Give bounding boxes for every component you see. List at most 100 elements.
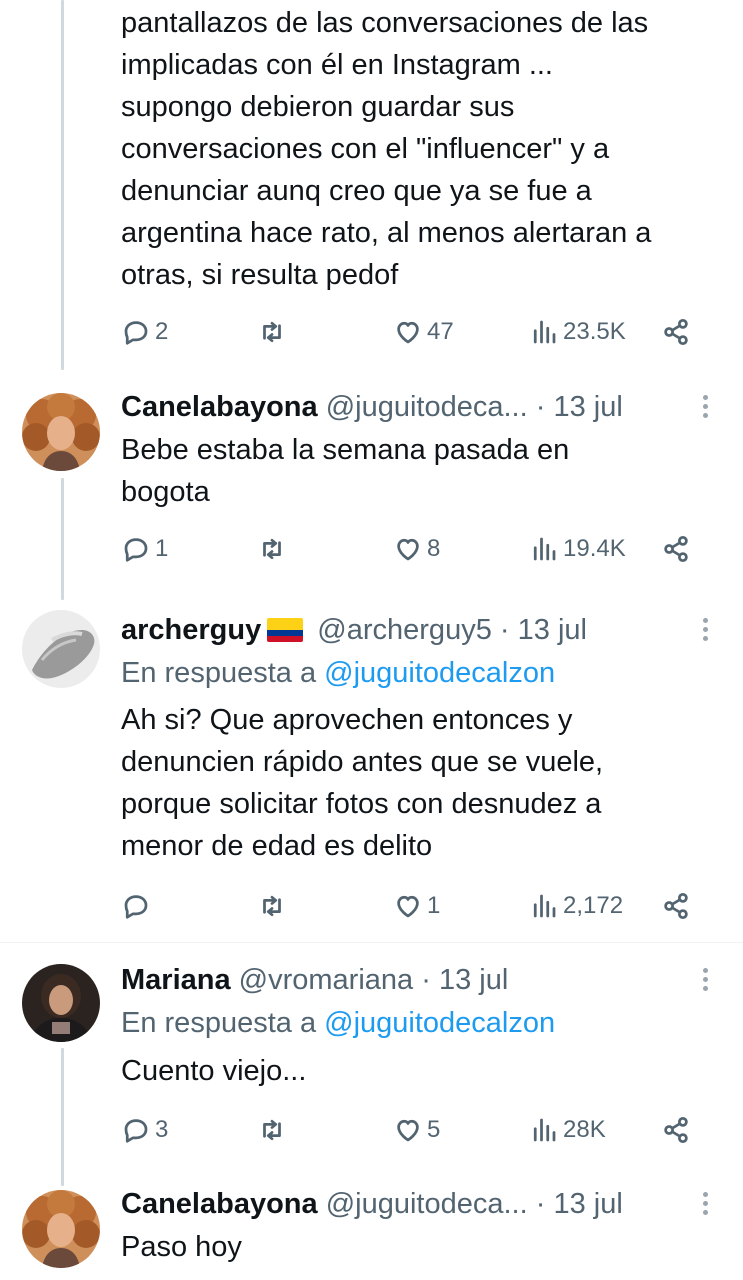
retweet-icon [263,895,281,917]
retweet-icon [263,321,281,343]
share-icon [664,893,688,919]
reply-mention-link[interactable]: @juguitodecalzon [324,657,555,689]
heart-icon [397,895,419,918]
avatar[interactable] [22,1190,100,1268]
share-icon [664,319,688,345]
separator-dot: · [535,391,546,423]
tweet-1[interactable]: Canelabayona @juguitodeca... · 13 jul Be… [0,385,743,585]
timestamp[interactable]: 13 jul [518,614,587,646]
reply-button[interactable] [121,888,155,924]
reply-button[interactable]: 1 [121,531,168,567]
reply-prefix: En respuesta a [121,657,317,689]
display-name[interactable]: Canelabayona [121,1188,318,1220]
views-count: 19.4K [563,535,626,562]
reply-count: 1 [155,535,169,562]
avatar[interactable] [22,393,100,471]
tweet-header: Canelabayona @juguitodeca... · 13 jul [121,1184,683,1224]
views-icon [533,537,556,561]
share-icon [664,1117,688,1143]
tweet-text: Cuento viejo... [121,1055,307,1087]
retweet-button[interactable] [257,314,291,350]
display-name[interactable]: Mariana [121,964,231,996]
tweet-3[interactable]: Mariana @vromariana · 13 jul En respuest… [0,960,743,1170]
reply-count: 3 [155,1116,169,1143]
share-button[interactable] [661,314,691,350]
more-icon[interactable] [701,395,709,423]
reply-count: 2 [155,318,169,345]
reply-icon [124,321,148,345]
tweet-text: Ah si? Que aprovechen entonces y denunci… [121,704,604,862]
tweet-top[interactable]: pantallazos de las conversaciones de las… [0,0,743,370]
like-button[interactable]: 5 [393,1112,440,1148]
reply-button[interactable]: 2 [121,314,168,350]
like-button[interactable]: 1 [393,888,440,924]
views-count: 2,172 [563,892,624,919]
views-icon [533,1118,556,1142]
views-button[interactable]: 2,172 [529,888,623,924]
heart-icon [397,538,419,561]
display-name[interactable]: Canelabayona [121,391,318,423]
views-icon [533,320,556,344]
tweet-actions: 1 8 19.4K [121,531,701,567]
views-icon [533,894,556,918]
share-icon [664,536,688,562]
retweet-button[interactable] [257,888,291,924]
heart-icon [397,1119,419,1142]
timestamp[interactable]: 13 jul [553,1188,622,1220]
user-handle[interactable]: @juguitodeca... [326,1188,528,1220]
reply-icon [124,1119,148,1143]
reply-icon [124,538,148,562]
tweet-header: archerguy @archerguy5 · 13 jul [121,610,683,650]
avatar[interactable] [22,610,100,688]
more-icon[interactable] [701,968,709,996]
tweet-4[interactable]: Canelabayona @juguitodeca... · 13 jul Pa… [0,1182,743,1280]
separator-dot: · [499,614,510,646]
like-button[interactable]: 8 [393,531,440,567]
share-button[interactable] [661,1112,691,1148]
heart-icon [397,321,419,344]
tweet-2[interactable]: archerguy @archerguy5 · 13 jul En respue… [0,608,743,938]
tweet-actions: 3 5 28K [121,1112,701,1148]
tweet-text: pantallazos de las conversaciones de las… [121,7,652,291]
timestamp[interactable]: 13 jul [439,964,508,996]
tweet-header: Mariana @vromariana · 13 jul [121,960,683,1000]
user-handle[interactable]: @vromariana [239,964,414,996]
tweet-actions: 1 2,172 [121,888,701,924]
reply-icon [124,895,148,919]
user-handle[interactable]: @juguitodeca... [326,391,528,423]
tweet-text: Bebe estaba la semana pasada en bogota [121,434,570,508]
tweet-actions: 2 47 23.5K [121,314,701,350]
retweet-icon [263,1119,281,1141]
reply-button[interactable]: 3 [121,1112,168,1148]
like-button[interactable]: 47 [393,314,454,350]
reply-context: En respuesta a @juguitodecalzon [121,1003,555,1043]
user-handle[interactable]: @archerguy5 [317,614,492,646]
more-icon[interactable] [701,1192,709,1220]
views-count: 23.5K [563,318,626,345]
like-count: 8 [427,535,441,562]
retweet-button[interactable] [257,1112,291,1148]
separator-dot: · [421,964,431,996]
tweet-header: Canelabayona @juguitodeca... · 13 jul [121,387,683,427]
views-count: 28K [563,1116,606,1143]
colombia-flag-icon [267,618,304,642]
like-count: 1 [427,892,441,919]
like-count: 5 [427,1116,441,1143]
reply-mention-link[interactable]: @juguitodecalzon [324,1007,555,1039]
like-count: 47 [427,318,454,345]
tweet-divider [0,942,743,943]
reply-context: En respuesta a @juguitodecalzon [121,653,555,693]
display-name[interactable]: archerguy [121,614,261,646]
more-icon[interactable] [701,618,709,646]
views-button[interactable]: 28K [529,1112,606,1148]
views-button[interactable]: 19.4K [529,531,626,567]
reply-prefix: En respuesta a [121,1007,317,1039]
retweet-button[interactable] [257,531,291,567]
avatar[interactable] [22,964,100,1042]
timestamp[interactable]: 13 jul [553,391,622,423]
views-button[interactable]: 23.5K [529,314,626,350]
retweet-icon [263,538,281,560]
share-button[interactable] [661,531,691,567]
share-button[interactable] [661,888,691,924]
separator-dot: · [535,1188,546,1220]
